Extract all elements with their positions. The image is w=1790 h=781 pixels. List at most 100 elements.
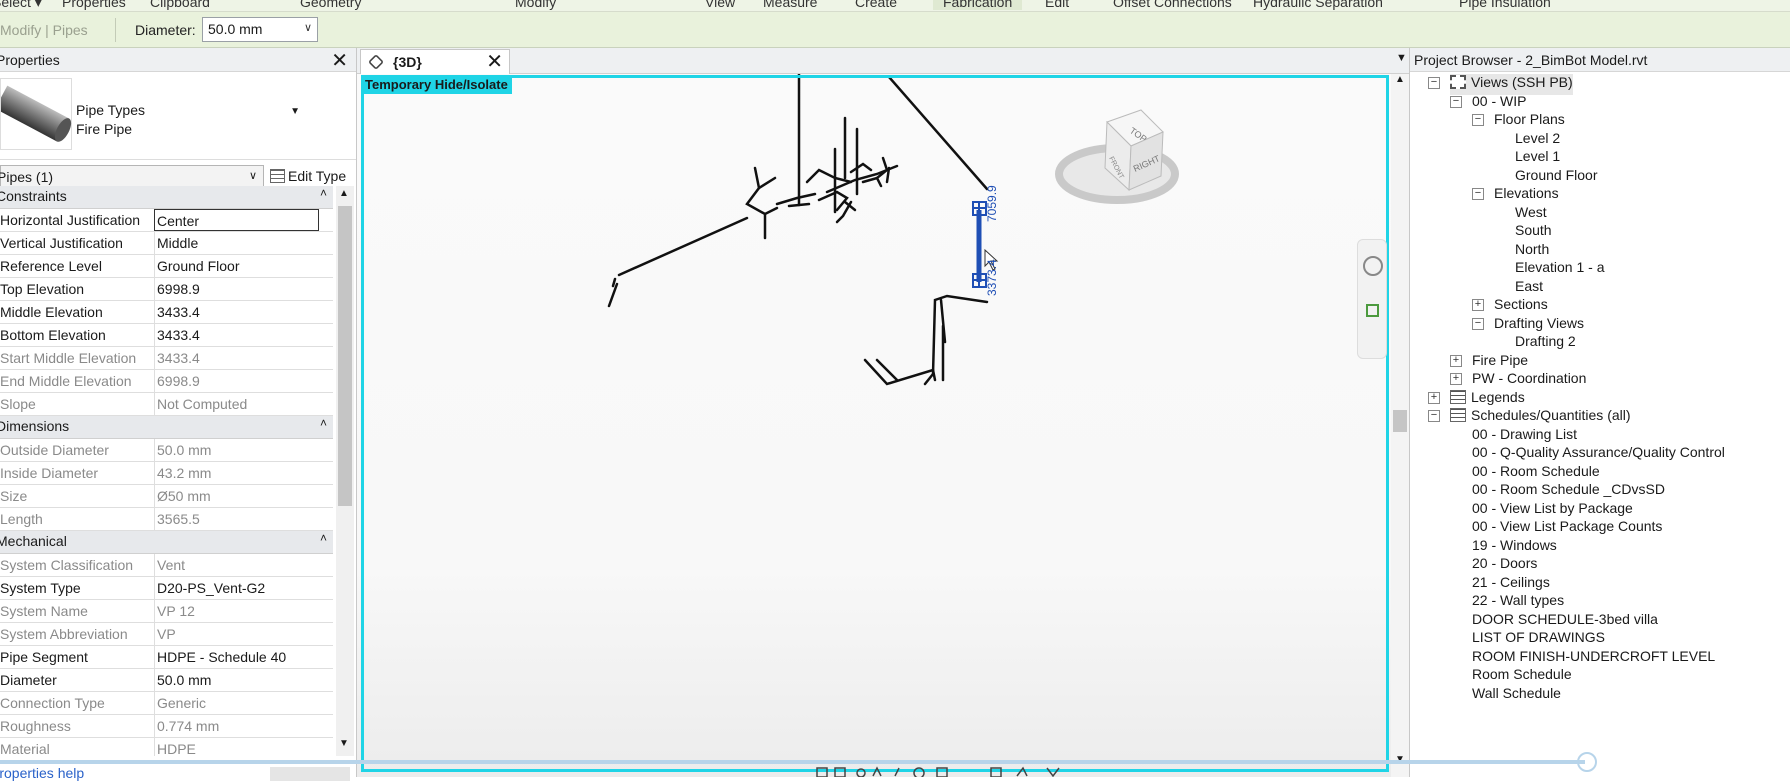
separator (115, 18, 116, 42)
property-section-header[interactable]: Dimensions ˄ (0, 416, 333, 439)
property-name: Outside Diameter (0, 442, 109, 458)
type-selector[interactable]: Pipe Types Fire Pipe ▼ (0, 72, 356, 160)
context-label: Modify | Pipes (0, 22, 88, 38)
property-value: VP 12 (154, 600, 319, 622)
apply-button[interactable] (270, 767, 350, 781)
collapse-icon[interactable]: − (1472, 114, 1484, 126)
navigation-bar[interactable] (1357, 239, 1387, 359)
scroll-thumb[interactable] (338, 206, 352, 506)
close-icon[interactable]: ✕ (331, 48, 348, 73)
property-value[interactable]: Ground Floor (154, 255, 319, 277)
expand-icon[interactable]: + (1472, 299, 1484, 311)
property-row[interactable]: Bottom Elevation 3433.4 (0, 324, 333, 347)
scroll-thumb[interactable] (1393, 410, 1407, 432)
property-section-header[interactable]: Mechanical ˄ (0, 531, 333, 554)
dropdown-arrow-icon[interactable]: ▼ (290, 106, 300, 117)
property-row[interactable]: System Type D20-PS_Vent-G2 (0, 577, 333, 600)
steering-wheel-icon[interactable] (1363, 256, 1383, 276)
properties-scrollbar[interactable]: ▲ ▼ (336, 186, 354, 756)
property-row[interactable]: Diameter 50.0 mm (0, 669, 333, 692)
tree-item-label: Sections (1494, 296, 1548, 312)
ribbon-tab[interactable]: Modify (515, 0, 556, 10)
collapse-icon[interactable]: ˄ (320, 531, 327, 545)
view-control-bar[interactable] (777, 766, 1137, 777)
property-row[interactable]: Vertical Justification Middle (0, 232, 333, 255)
scroll-up-icon[interactable]: ▲ (339, 188, 349, 199)
scroll-down-icon[interactable]: ▼ (339, 738, 349, 749)
property-row[interactable]: Pipe Segment HDPE - Schedule 40 (0, 646, 333, 669)
tree-item-label: 00 - Room Schedule _CDvsSD (1472, 481, 1665, 497)
collapse-icon[interactable]: ˄ (320, 186, 327, 200)
tree-item-label: PW - Coordination (1472, 370, 1587, 386)
property-value[interactable]: 6998.9 (154, 278, 319, 300)
tree-item-label: DOOR SCHEDULE-3bed villa (1472, 610, 1658, 627)
view-scrollbar[interactable]: ▲ ▼ (1391, 74, 1409, 777)
ribbon-tab[interactable]: Geometry (300, 0, 361, 10)
property-row: Inside Diameter 43.2 mm (0, 462, 333, 485)
panel-menu-icon[interactable]: ▼ (1396, 52, 1407, 64)
ribbon-tab[interactable]: Clipboard (150, 0, 210, 10)
loading-spinner-icon (1577, 752, 1597, 772)
ribbon-tab[interactable]: Edit (1045, 0, 1069, 10)
property-value[interactable]: 50.0 mm (154, 669, 319, 691)
property-value[interactable]: D20-PS_Vent-G2 (154, 577, 319, 599)
expand-icon[interactable]: + (1450, 354, 1462, 367)
property-row: End Middle Elevation 6998.9 (0, 370, 333, 393)
property-value: 43.2 mm (154, 462, 319, 484)
views-icon (1450, 75, 1466, 89)
collapse-icon[interactable]: − (1472, 188, 1484, 200)
property-row[interactable]: Horizontal Justification Center (0, 209, 333, 232)
property-value[interactable]: 3433.4 (154, 324, 319, 346)
ribbon-tab[interactable]: Select ▾ (0, 0, 42, 11)
diameter-dropdown[interactable]: 50.0 mm ∨ (202, 17, 318, 42)
ribbon-tab[interactable]: Fabrication (933, 0, 1023, 10)
tree-item[interactable]: Wall Schedule (1472, 685, 1561, 706)
tab-3d-view[interactable]: {3D} ✕ (360, 49, 510, 74)
property-value[interactable]: 3433.4 (154, 301, 319, 323)
collapse-icon[interactable]: − (1428, 410, 1440, 422)
ribbon-tab[interactable]: Pipe Insulation (1459, 0, 1551, 10)
expand-icon[interactable]: + (1450, 373, 1462, 385)
property-value[interactable]: HDPE - Schedule 40 (154, 646, 319, 668)
tree-item-label: ROOM FINISH-UNDERCROFT LEVEL (1472, 647, 1716, 664)
section-label: Dimensions (0, 418, 70, 434)
collapse-icon[interactable]: − (1450, 95, 1462, 108)
tree-item-label: Fire Pipe (1472, 351, 1529, 368)
ribbon-tab[interactable]: View (705, 0, 735, 10)
sched-icon (1450, 408, 1466, 422)
ribbon-tab[interactable]: Properties (62, 0, 126, 10)
zoom-region-icon[interactable] (1366, 304, 1379, 317)
type-family: Pipe Types (76, 102, 146, 118)
3d-view-canvas[interactable]: 7059.9 3373.4 TOP RIGHT FRONT Temporary … (357, 74, 1409, 777)
tree-item-label: North (1515, 240, 1550, 257)
property-name: Diameter (0, 672, 57, 688)
temporary-isolate-frame (361, 75, 1389, 772)
property-value[interactable]: Middle (154, 232, 319, 254)
collapse-icon[interactable]: − (1428, 77, 1440, 89)
properties-header: Properties ✕ (0, 48, 356, 72)
temporary-isolate-label: Temporary Hide/Isolate (361, 75, 512, 94)
tree-item-label: East (1515, 277, 1544, 294)
ribbon-tab[interactable]: Hydraulic Separation (1253, 0, 1383, 10)
property-value: HDPE (154, 738, 319, 756)
edit-type-icon (270, 169, 285, 183)
properties-help-link[interactable]: Properties help (0, 765, 84, 781)
collapse-icon[interactable]: ˄ (320, 416, 327, 430)
property-row[interactable]: Middle Elevation 3433.4 (0, 301, 333, 324)
property-section-header[interactable]: Constraints ˄ (0, 186, 333, 209)
property-row[interactable]: Top Elevation 6998.9 (0, 278, 333, 301)
scroll-up-icon[interactable]: ▲ (1395, 74, 1405, 85)
ribbon-tab[interactable]: Offset Connections (1113, 0, 1232, 10)
expand-icon[interactable]: + (1428, 391, 1440, 404)
close-icon[interactable]: ✕ (486, 49, 503, 74)
property-row[interactable]: Reference Level Ground Floor (0, 255, 333, 278)
tree-item-label: Schedules/Quantities (all) (1471, 407, 1631, 423)
ribbon-tab[interactable]: Create (855, 0, 897, 10)
section-label: Mechanical (0, 533, 67, 549)
properties-title: Properties (0, 52, 60, 68)
collapse-icon[interactable]: − (1472, 317, 1484, 330)
property-value[interactable]: Center (154, 209, 319, 231)
tree-item-label: Elevations (1494, 185, 1559, 201)
ribbon-tab[interactable]: Measure (763, 0, 817, 10)
tree-item-label: Level 2 (1515, 129, 1561, 146)
